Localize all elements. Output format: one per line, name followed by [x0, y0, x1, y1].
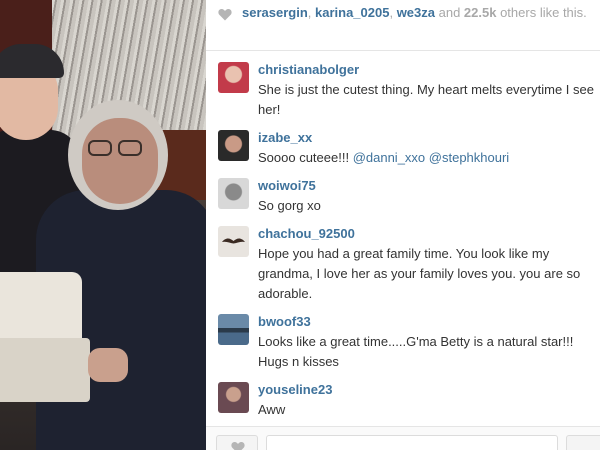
photo-takeout-box-bottom: [0, 338, 90, 402]
photo-grandma-face: [82, 118, 158, 204]
comment-text: Hope you had a great family time. You lo…: [258, 246, 581, 301]
comments-panel: serasergin, karina_0205, we3za and 22.5k…: [206, 0, 600, 450]
comment-text: She is just the cutest thing. My heart m…: [258, 82, 594, 117]
comment-footer: [206, 426, 600, 450]
avatar[interactable]: [218, 314, 249, 345]
avatar[interactable]: [218, 130, 249, 161]
comment-text: Soooo cuteee!!! @danni_xxo @stephkhouri: [258, 150, 510, 165]
like-button[interactable]: [216, 435, 258, 450]
liker-link[interactable]: serasergin: [242, 5, 308, 20]
avatar[interactable]: [218, 382, 249, 413]
likes-text: serasergin, karina_0205, we3za and 22.5k…: [242, 5, 587, 20]
photo-glasses-left: [88, 140, 112, 156]
heart-icon: [218, 8, 232, 21]
liker-link[interactable]: karina_0205: [315, 5, 389, 20]
photo-hand: [88, 348, 128, 382]
divider: [206, 50, 600, 51]
comment-username[interactable]: woiwoi75: [258, 178, 316, 194]
heart-icon: [231, 441, 245, 450]
comment-text: So gorg xo: [258, 198, 321, 213]
photo-glasses-right: [118, 140, 142, 156]
avatar[interactable]: [218, 226, 249, 257]
likes-summary: serasergin, karina_0205, we3za and 22.5k…: [206, 0, 600, 46]
comment-text: Looks like a great time.....G'ma Betty i…: [258, 334, 574, 369]
avatar[interactable]: [218, 178, 249, 209]
avatar[interactable]: [218, 62, 249, 93]
liker-link[interactable]: we3za: [397, 5, 435, 20]
post-photo[interactable]: [0, 0, 206, 450]
comment-username[interactable]: chachou_92500: [258, 226, 355, 242]
comment-input[interactable]: [266, 435, 558, 450]
mention-link[interactable]: @stephkhouri: [429, 150, 509, 165]
comment-username[interactable]: christianabolger: [258, 62, 359, 78]
comment-text: Aww: [258, 402, 286, 417]
more-options-button[interactable]: [566, 435, 600, 450]
comment-username[interactable]: bwoof33: [258, 314, 311, 330]
likes-count[interactable]: 22.5k: [464, 5, 497, 20]
mustache-icon: [222, 238, 245, 244]
photo-takeout-box: [0, 272, 82, 342]
comment-username[interactable]: youseline23: [258, 382, 332, 398]
mention-link[interactable]: @danni_xxo: [353, 150, 425, 165]
comment-username[interactable]: izabe_xx: [258, 130, 312, 146]
